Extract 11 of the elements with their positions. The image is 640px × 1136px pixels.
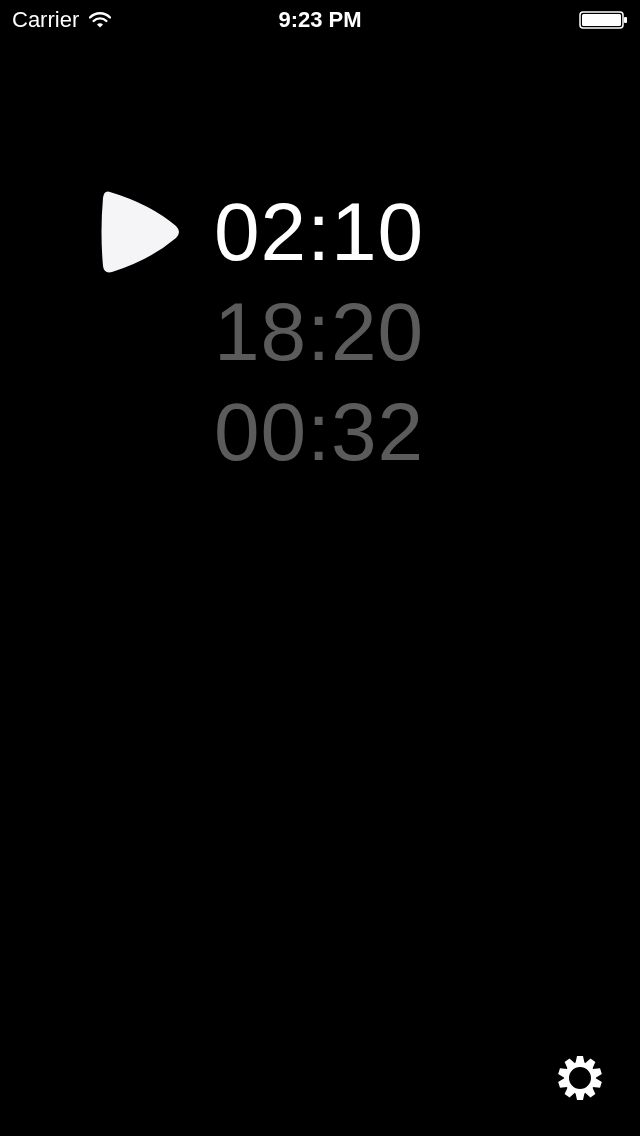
timer-value[interactable]: 02:10 [214, 184, 425, 280]
settings-icon [557, 1055, 603, 1101]
status-time: 9:23 PM [278, 7, 362, 33]
carrier-name: Carrier [12, 7, 80, 33]
settings-button[interactable] [557, 1055, 603, 1101]
timer-value[interactable]: 00:32 [214, 384, 425, 480]
battery-icon [579, 11, 627, 29]
play-button[interactable] [100, 190, 180, 274]
wifi-icon [89, 12, 112, 28]
play-icon [100, 190, 180, 274]
timer-value[interactable]: 18:20 [214, 284, 425, 380]
